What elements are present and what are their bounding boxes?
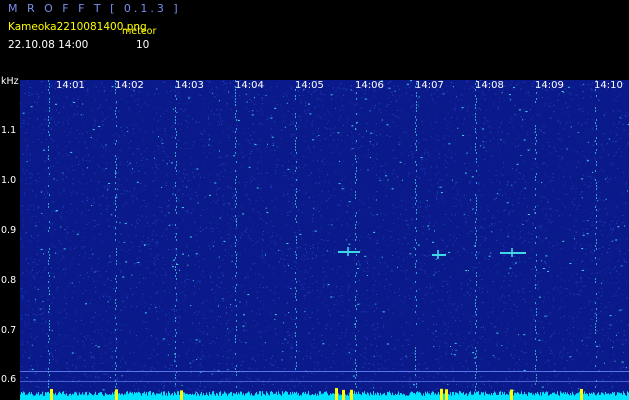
time-tick-label: 14:10	[594, 80, 623, 91]
spectrogram-panel	[20, 80, 629, 400]
time-tick-label: 14:04	[235, 80, 264, 91]
frequency-tick-label: 0.6	[1, 374, 17, 385]
time-tick-label: 14:03	[175, 80, 204, 91]
time-tick-label: 14:01	[56, 80, 85, 91]
time-tick-label: 14:02	[115, 80, 144, 91]
date-time: 22.10.08 14:00	[8, 39, 89, 51]
time-tick-label: 14:09	[535, 80, 564, 91]
time-tick-label: 14:06	[355, 80, 384, 91]
time-tick-label: 14:07	[415, 80, 444, 91]
time-tick-label: 14:08	[475, 80, 504, 91]
frequency-tick-label: 1.0	[1, 175, 17, 186]
meteor-count: 10	[136, 39, 150, 51]
spectrogram	[20, 80, 629, 400]
frequency-tick-label: 1.1	[1, 125, 17, 136]
time-tick-label: 14:05	[295, 80, 324, 91]
frequency-unit-label: kHz	[1, 76, 19, 87]
frequency-tick-label: 0.7	[1, 325, 17, 336]
frequency-tick-label: 0.9	[1, 225, 17, 236]
detection-label: meteor	[122, 26, 157, 37]
frequency-tick-label: 0.8	[1, 275, 17, 286]
app-title: M R O F F T [ 0.1.3 ]	[8, 2, 181, 15]
